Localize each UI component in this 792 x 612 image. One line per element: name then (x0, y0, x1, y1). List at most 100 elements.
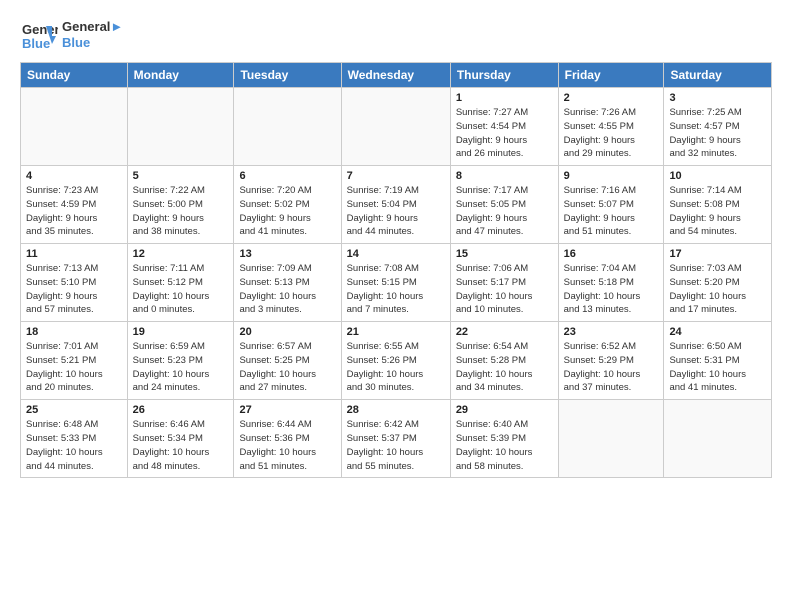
day-info: Sunrise: 7:06 AMSunset: 5:17 PMDaylight:… (456, 262, 553, 317)
calendar-cell: 4 Sunrise: 7:23 AMSunset: 4:59 PMDaylight… (21, 166, 128, 244)
day-number: 8 (456, 170, 553, 182)
calendar-cell: 8 Sunrise: 7:17 AMSunset: 5:05 PMDaylight… (450, 166, 558, 244)
day-number: 21 (347, 326, 445, 338)
day-info: Sunrise: 7:22 AMSunset: 5:00 PMDaylight:… (133, 184, 229, 239)
day-info: Sunrise: 7:26 AMSunset: 4:55 PMDaylight:… (564, 106, 659, 161)
day-number: 5 (133, 170, 229, 182)
day-number: 11 (26, 248, 122, 260)
calendar-cell: 28Sunrise: 6:42 AMSunset: 5:37 PMDayligh… (341, 400, 450, 478)
day-info: Sunrise: 7:09 AMSunset: 5:13 PMDaylight:… (239, 262, 335, 317)
calendar-cell (234, 88, 341, 166)
calendar-cell: 2 Sunrise: 7:26 AMSunset: 4:55 PMDaylight… (558, 88, 664, 166)
day-number: 19 (133, 326, 229, 338)
day-info: Sunrise: 6:55 AMSunset: 5:26 PMDaylight:… (347, 340, 445, 395)
calendar-cell: 22 Sunrise: 6:54 AMSunset: 5:28 PMDayligh… (450, 322, 558, 400)
calendar-cell: 1 Sunrise: 7:27 AMSunset: 4:54 PMDaylight… (450, 88, 558, 166)
calendar-cell: 24Sunrise: 6:50 AMSunset: 5:31 PMDayligh… (664, 322, 772, 400)
day-info: Sunrise: 7:23 AMSunset: 4:59 PMDaylight:… (26, 184, 122, 239)
day-number: 17 (669, 248, 766, 260)
day-info: Sunrise: 7:01 AMSunset: 5:21 PMDaylight:… (26, 340, 122, 395)
logo-blue: Blue (62, 35, 123, 51)
day-info: Sunrise: 7:13 AMSunset: 5:10 PMDaylight:… (26, 262, 122, 317)
calendar-cell: 7 Sunrise: 7:19 AMSunset: 5:04 PMDaylight… (341, 166, 450, 244)
calendar-cell: 9 Sunrise: 7:16 AMSunset: 5:07 PMDaylight… (558, 166, 664, 244)
day-info: Sunrise: 7:27 AMSunset: 4:54 PMDaylight:… (456, 106, 553, 161)
day-info: Sunrise: 6:50 AMSunset: 5:31 PMDaylight:… (669, 340, 766, 395)
day-info: Sunrise: 7:14 AMSunset: 5:08 PMDaylight:… (669, 184, 766, 239)
calendar-cell: 12 Sunrise: 7:11 AMSunset: 5:12 PMDayligh… (127, 244, 234, 322)
day-info: Sunrise: 6:42 AMSunset: 5:37 PMDaylight:… (347, 418, 445, 473)
logo-general: General► (62, 19, 123, 35)
day-number: 27 (239, 404, 335, 416)
calendar-cell: 23 Sunrise: 6:52 AMSunset: 5:29 PMDayligh… (558, 322, 664, 400)
calendar-cell: 16 Sunrise: 7:04 AMSunset: 5:18 PMDayligh… (558, 244, 664, 322)
day-number: 1 (456, 92, 553, 104)
day-number: 4 (26, 170, 122, 182)
day-number: 26 (133, 404, 229, 416)
weekday-header-wednesday: Wednesday (341, 63, 450, 88)
calendar-cell: 13 Sunrise: 7:09 AMSunset: 5:13 PMDayligh… (234, 244, 341, 322)
calendar-cell (127, 88, 234, 166)
day-info: Sunrise: 7:17 AMSunset: 5:05 PMDaylight:… (456, 184, 553, 239)
day-info: Sunrise: 6:54 AMSunset: 5:28 PMDaylight:… (456, 340, 553, 395)
calendar-cell: 25 Sunrise: 6:48 AMSunset: 5:33 PMDayligh… (21, 400, 128, 478)
day-number: 14 (347, 248, 445, 260)
day-number: 7 (347, 170, 445, 182)
day-info: Sunrise: 6:57 AMSunset: 5:25 PMDaylight:… (239, 340, 335, 395)
week-row-2: 4 Sunrise: 7:23 AMSunset: 4:59 PMDaylight… (21, 166, 772, 244)
day-info: Sunrise: 6:44 AMSunset: 5:36 PMDaylight:… (239, 418, 335, 473)
weekday-header-thursday: Thursday (450, 63, 558, 88)
page: General Blue General► Blue SundayMondayT… (0, 0, 792, 488)
svg-text:General: General (22, 22, 58, 37)
day-info: Sunrise: 7:11 AMSunset: 5:12 PMDaylight:… (133, 262, 229, 317)
calendar-cell: 17Sunrise: 7:03 AMSunset: 5:20 PMDayligh… (664, 244, 772, 322)
svg-text:Blue: Blue (22, 36, 50, 51)
day-number: 2 (564, 92, 659, 104)
day-number: 9 (564, 170, 659, 182)
calendar-cell: 20Sunrise: 6:57 AMSunset: 5:25 PMDayligh… (234, 322, 341, 400)
day-info: Sunrise: 7:16 AMSunset: 5:07 PMDaylight:… (564, 184, 659, 239)
calendar-cell: 27 Sunrise: 6:44 AMSunset: 5:36 PMDayligh… (234, 400, 341, 478)
day-info: Sunrise: 6:40 AMSunset: 5:39 PMDaylight:… (456, 418, 553, 473)
week-row-3: 11 Sunrise: 7:13 AMSunset: 5:10 PMDayligh… (21, 244, 772, 322)
logo: General Blue General► Blue (20, 16, 123, 54)
day-number: 29 (456, 404, 553, 416)
calendar-cell: 5 Sunrise: 7:22 AMSunset: 5:00 PMDaylight… (127, 166, 234, 244)
calendar-cell: 19 Sunrise: 6:59 AMSunset: 5:23 PMDayligh… (127, 322, 234, 400)
week-row-5: 25 Sunrise: 6:48 AMSunset: 5:33 PMDayligh… (21, 400, 772, 478)
day-info: Sunrise: 6:46 AMSunset: 5:34 PMDaylight:… (133, 418, 229, 473)
calendar-table: SundayMondayTuesdayWednesdayThursdayFrid… (20, 62, 772, 478)
weekday-header-row: SundayMondayTuesdayWednesdayThursdayFrid… (21, 63, 772, 88)
day-number: 10 (669, 170, 766, 182)
weekday-header-monday: Monday (127, 63, 234, 88)
day-number: 18 (26, 326, 122, 338)
day-number: 3 (669, 92, 766, 104)
day-number: 25 (26, 404, 122, 416)
calendar-cell: 26 Sunrise: 6:46 AMSunset: 5:34 PMDayligh… (127, 400, 234, 478)
calendar-cell: 15Sunrise: 7:06 AMSunset: 5:17 PMDayligh… (450, 244, 558, 322)
calendar-cell: 3Sunrise: 7:25 AMSunset: 4:57 PMDaylight… (664, 88, 772, 166)
calendar-cell (664, 400, 772, 478)
weekday-header-sunday: Sunday (21, 63, 128, 88)
calendar-cell: 29 Sunrise: 6:40 AMSunset: 5:39 PMDayligh… (450, 400, 558, 478)
day-info: Sunrise: 6:52 AMSunset: 5:29 PMDaylight:… (564, 340, 659, 395)
logo-icon: General Blue (20, 16, 58, 54)
calendar-cell (341, 88, 450, 166)
calendar-cell: 18 Sunrise: 7:01 AMSunset: 5:21 PMDayligh… (21, 322, 128, 400)
day-info: Sunrise: 7:04 AMSunset: 5:18 PMDaylight:… (564, 262, 659, 317)
day-number: 6 (239, 170, 335, 182)
day-info: Sunrise: 6:48 AMSunset: 5:33 PMDaylight:… (26, 418, 122, 473)
day-number: 22 (456, 326, 553, 338)
week-row-1: 1 Sunrise: 7:27 AMSunset: 4:54 PMDaylight… (21, 88, 772, 166)
day-number: 23 (564, 326, 659, 338)
day-info: Sunrise: 6:59 AMSunset: 5:23 PMDaylight:… (133, 340, 229, 395)
day-info: Sunrise: 7:19 AMSunset: 5:04 PMDaylight:… (347, 184, 445, 239)
calendar-cell: 21 Sunrise: 6:55 AMSunset: 5:26 PMDayligh… (341, 322, 450, 400)
calendar-cell: 14 Sunrise: 7:08 AMSunset: 5:15 PMDayligh… (341, 244, 450, 322)
calendar-cell (21, 88, 128, 166)
day-number: 16 (564, 248, 659, 260)
day-info: Sunrise: 7:08 AMSunset: 5:15 PMDaylight:… (347, 262, 445, 317)
logo-area: General Blue General► Blue (20, 16, 123, 54)
day-number: 12 (133, 248, 229, 260)
day-number: 13 (239, 248, 335, 260)
